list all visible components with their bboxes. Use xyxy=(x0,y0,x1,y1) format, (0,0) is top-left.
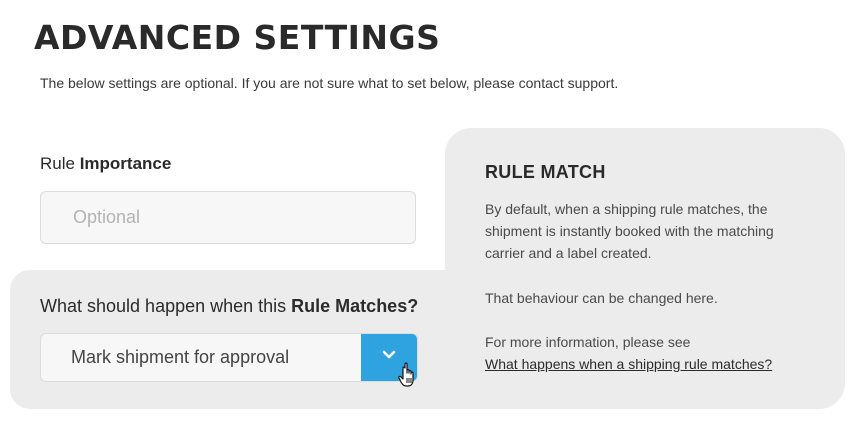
rule-match-help-link[interactable]: What happens when a shipping rule matche… xyxy=(485,353,772,375)
page-title: ADVANCED SETTINGS xyxy=(34,18,441,57)
hand-pointer-icon xyxy=(398,362,414,387)
info-paragraph-behaviour: That behaviour can be changed here. xyxy=(485,290,718,306)
rule-match-heading: RULE MATCH xyxy=(485,162,606,182)
rule-match-question-prefix: What should happen when this xyxy=(40,296,292,316)
rule-importance-label-prefix: Rule xyxy=(40,154,80,173)
chevron-down-icon xyxy=(382,350,396,359)
info-paragraph-more-info: For more information, please see xyxy=(485,334,691,350)
rule-match-question: What should happen when this Rule Matche… xyxy=(40,294,418,318)
rule-importance-label-bold: Importance xyxy=(79,154,172,173)
selected-option: Mark shipment for approval xyxy=(71,347,290,367)
rule-importance-label: Rule Importance xyxy=(40,153,171,175)
info-paragraph-default: By default, when a shipping rule matches… xyxy=(485,201,774,261)
page-subtitle: The below settings are optional. If you … xyxy=(40,75,619,91)
rule-importance-input[interactable] xyxy=(40,191,416,244)
rule-match-question-bold: Rule Matches? xyxy=(291,296,419,316)
rule-match-action-select[interactable]: Mark shipment for approval xyxy=(40,333,418,382)
